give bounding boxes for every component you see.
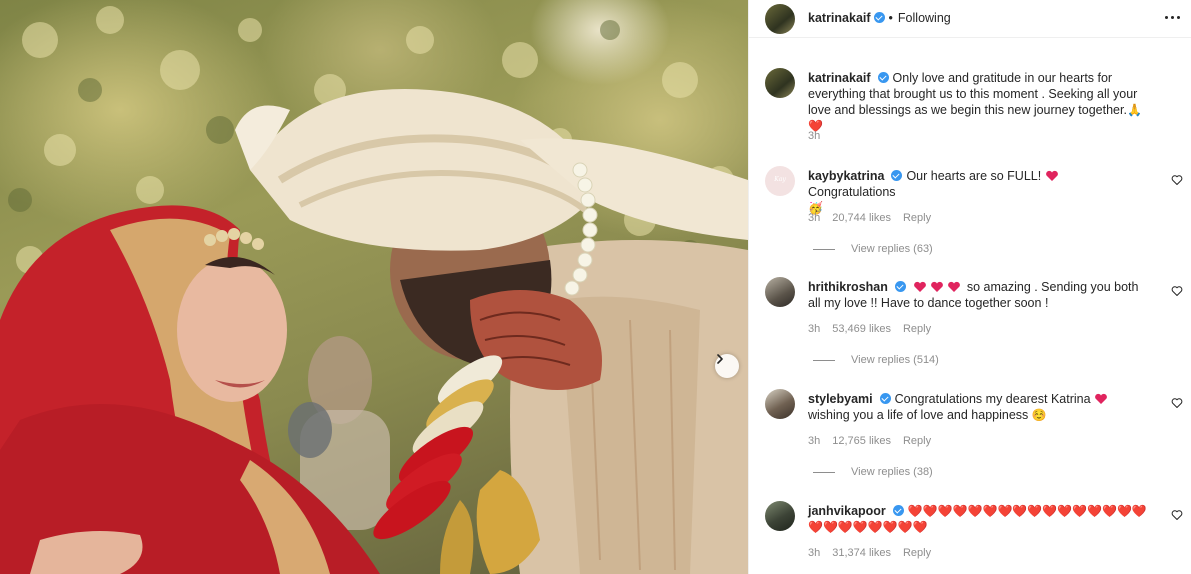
comment-text-after: wishing you a life of love and happiness xyxy=(808,408,1029,422)
replies-line xyxy=(813,471,835,473)
view-replies-label: View replies (63) xyxy=(851,243,933,255)
commenter-avatar[interactable] xyxy=(765,501,795,531)
author-avatar[interactable] xyxy=(765,4,795,34)
comment-likes[interactable]: 53,469 likes xyxy=(832,323,891,335)
caption-meta: 3h xyxy=(808,130,832,142)
like-heart-icon[interactable] xyxy=(1171,285,1183,297)
caption-avatar[interactable] xyxy=(765,68,795,98)
comment-likes[interactable]: 31,374 likes xyxy=(832,547,891,559)
verified-badge-icon xyxy=(892,505,904,516)
comment-text: Congratulations my dearest Katrina xyxy=(894,392,1091,406)
comment-text-block: janhvikapoor ❤️❤️❤️❤️❤️❤️❤️❤️❤️❤️❤️❤️❤️❤️… xyxy=(808,503,1153,535)
comment-meta: 3h 53,469 likes Reply xyxy=(808,323,943,335)
comment-time[interactable]: 3h xyxy=(808,323,820,335)
comment-likes[interactable]: 12,765 likes xyxy=(832,435,891,447)
commenter-avatar[interactable] xyxy=(765,277,795,307)
wedding-photo-illustration xyxy=(0,6,748,574)
replies-line xyxy=(813,359,835,361)
verified-badge-icon xyxy=(877,72,889,83)
post-side-panel: katrinakaif • Following katrinakaif Only lo… xyxy=(748,0,1191,574)
more-options-icon[interactable] xyxy=(1165,16,1180,19)
smiling-emoji: ☺️ xyxy=(1031,408,1047,422)
separator-dot: • xyxy=(888,11,893,25)
verified-badge-icon xyxy=(891,170,903,181)
view-replies-label: View replies (38) xyxy=(851,466,933,478)
reply-button[interactable]: Reply xyxy=(903,323,931,335)
chevron-right-icon xyxy=(717,354,723,364)
red-heart-emoji-icon xyxy=(1095,393,1107,404)
comment-username[interactable]: stylebyami xyxy=(808,392,873,406)
comment-text-block: stylebyami Congratulations my dearest Kat… xyxy=(808,391,1148,423)
comment-meta: 3h 20,744 likes Reply xyxy=(808,212,943,224)
like-heart-icon[interactable] xyxy=(1171,174,1183,186)
avatar-logo-text: Kay xyxy=(774,176,786,183)
comment-username[interactable]: janhvikapoor xyxy=(808,504,886,518)
caption-text-block: katrinakaif Only love and gratitude in ou… xyxy=(808,70,1148,134)
view-replies-button[interactable]: View replies (514) xyxy=(813,354,939,366)
reply-button[interactable]: Reply xyxy=(903,212,931,224)
verified-badge-icon xyxy=(894,281,906,292)
like-heart-icon[interactable] xyxy=(1171,397,1183,409)
commenter-avatar[interactable] xyxy=(765,389,795,419)
carousel-next-button[interactable] xyxy=(715,354,739,378)
caption-username[interactable]: katrinakaif xyxy=(808,71,871,85)
commenter-avatar[interactable]: Kay xyxy=(765,166,795,196)
view-replies-button[interactable]: View replies (38) xyxy=(813,466,933,478)
three-hearts-emoji-icon xyxy=(914,281,961,292)
verified-badge-icon xyxy=(879,393,891,404)
comment-time[interactable]: 3h xyxy=(808,212,820,224)
comment-time[interactable]: 3h xyxy=(808,547,820,559)
red-heart-emoji-icon xyxy=(1045,170,1058,181)
comment-username[interactable]: hrithikroshan xyxy=(808,280,888,294)
verified-badge-icon xyxy=(873,12,885,23)
view-replies-label: View replies (514) xyxy=(851,354,939,366)
instagram-post-view: katrinakaif • Following katrinakaif Only lo… xyxy=(0,0,1191,574)
view-replies-button[interactable]: View replies (63) xyxy=(813,243,933,255)
reply-button[interactable]: Reply xyxy=(903,547,931,559)
like-heart-icon[interactable] xyxy=(1171,509,1183,521)
comment-time[interactable]: 3h xyxy=(808,435,820,447)
replies-line xyxy=(813,248,835,250)
post-author-line: katrinakaif • Following xyxy=(808,11,951,26)
comment-username[interactable]: kaybykatrina xyxy=(808,169,884,183)
post-header: katrinakaif • Following xyxy=(749,0,1191,38)
author-username[interactable]: katrinakaif xyxy=(808,11,871,25)
comment-text-after: Congratulations xyxy=(808,185,896,199)
comment-text-block: kaybykatrina Our hearts are so FULL! Cong… xyxy=(808,168,1148,216)
caption-time[interactable]: 3h xyxy=(808,130,820,142)
post-photo[interactable] xyxy=(0,0,748,574)
following-button[interactable]: Following xyxy=(898,11,951,25)
comment-text-block: hrithikroshan so amazing . Sending you b… xyxy=(808,279,1148,311)
comment-text: Our hearts are so FULL! xyxy=(906,169,1042,183)
reply-button[interactable]: Reply xyxy=(903,435,931,447)
comment-likes[interactable]: 20,744 likes xyxy=(832,212,891,224)
comment-meta: 3h 31,374 likes Reply xyxy=(808,547,943,559)
comment-meta: 3h 12,765 likes Reply xyxy=(808,435,943,447)
